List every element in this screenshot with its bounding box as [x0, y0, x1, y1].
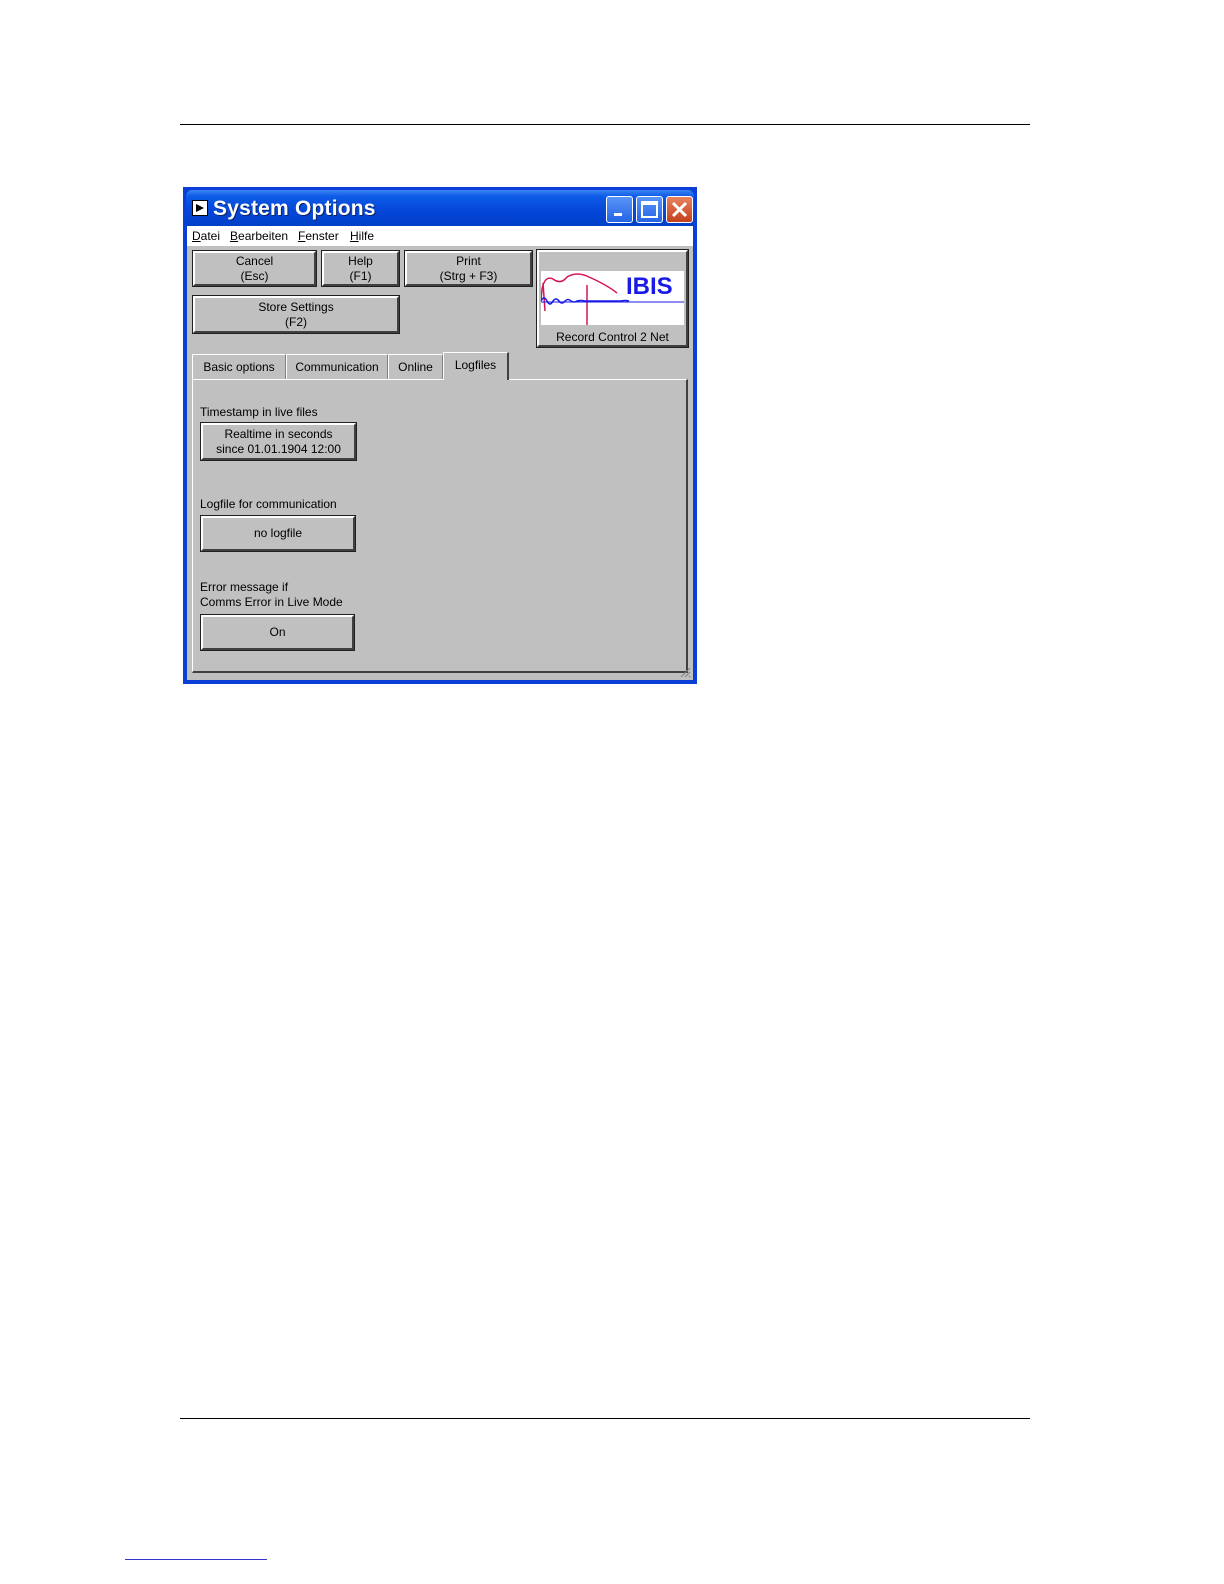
menu-item-bearbeiten[interactable]: Bearbeiten: [230, 229, 288, 243]
close-button[interactable]: [666, 196, 693, 223]
minimize-button[interactable]: [606, 196, 633, 223]
logfiles-panel: Timestamp in live files Realtime in seco…: [192, 379, 688, 673]
tab-communication[interactable]: Communication: [286, 354, 388, 379]
ibis-logo-panel: IBIS Record Control 2 Net: [536, 249, 689, 348]
store-settings-button[interactable]: Store Settings (F2): [192, 295, 400, 334]
close-icon: [671, 201, 688, 218]
timestamp-label: Timestamp in live files: [200, 405, 318, 419]
menu-bar: Datei Bearbeiten Fenster Hilfe: [187, 226, 693, 246]
minimize-icon: [614, 213, 622, 216]
menu-item-fenster[interactable]: Fenster: [298, 229, 339, 243]
maximize-button[interactable]: [636, 196, 663, 223]
maximize-icon: [641, 201, 658, 218]
comm-logfile-label: Logfile for communication: [200, 497, 337, 511]
system-options-window: System Options Datei Bearbeiten Fenster …: [183, 187, 697, 684]
timestamp-value-line2: since 01.01.1904 12:00: [216, 441, 341, 456]
window-title: System Options: [213, 197, 376, 220]
window-client-area: Datei Bearbeiten Fenster Hilfe Cancel (E…: [187, 226, 693, 680]
print-button[interactable]: Print (Strg + F3): [404, 250, 533, 287]
ibis-brand-text: IBIS: [626, 273, 673, 300]
cancel-label: Cancel: [235, 253, 274, 268]
cancel-button[interactable]: Cancel (Esc): [192, 250, 317, 287]
timestamp-selector[interactable]: Realtime in seconds since 01.01.1904 12:…: [200, 422, 357, 461]
store-settings-shortcut: (F2): [285, 314, 307, 329]
cancel-shortcut: (Esc): [240, 268, 269, 283]
comm-logfile-selector[interactable]: no logfile: [200, 515, 356, 552]
print-label: Print: [456, 253, 481, 268]
comm-logfile-value: no logfile: [253, 526, 303, 540]
tab-communication-label: Communication: [295, 360, 379, 374]
timestamp-value-line1: Realtime in seconds: [224, 426, 333, 441]
tab-online[interactable]: Online: [388, 354, 443, 379]
menu-item-hilfe[interactable]: Hilfe: [350, 229, 374, 243]
title-bar[interactable]: System Options: [186, 190, 694, 226]
ibis-logo: IBIS: [540, 271, 684, 325]
tab-logfiles-label: Logfiles: [454, 358, 497, 372]
store-settings-label: Store Settings: [258, 299, 334, 314]
print-shortcut: (Strg + F3): [439, 268, 498, 283]
error-message-label-line1: Error message if: [200, 580, 289, 594]
tab-online-label: Online: [398, 360, 433, 374]
page-footer-rule: [180, 1418, 1030, 1419]
error-message-toggle[interactable]: On: [200, 614, 355, 651]
page-header-rule: [180, 124, 1030, 125]
menu-item-datei[interactable]: Datei: [192, 229, 220, 243]
help-label: Help: [348, 253, 373, 268]
tab-basic-options-label: Basic options: [203, 360, 275, 374]
logo-caption: Record Control 2 Net: [556, 330, 669, 344]
resize-grip-icon[interactable]: [679, 666, 691, 678]
help-button[interactable]: Help (F1): [321, 250, 400, 287]
error-message-label-line2: Comms Error in Live Mode: [200, 595, 343, 609]
help-shortcut: (F1): [349, 268, 372, 283]
tab-logfiles[interactable]: Logfiles: [443, 352, 509, 380]
error-message-value: On: [269, 625, 286, 639]
error-message-label: Error message if Comms Error in Live Mod…: [200, 580, 343, 610]
app-icon: [192, 200, 208, 216]
tab-basic-options[interactable]: Basic options: [192, 354, 286, 379]
footnote-separator: [125, 1559, 267, 1560]
